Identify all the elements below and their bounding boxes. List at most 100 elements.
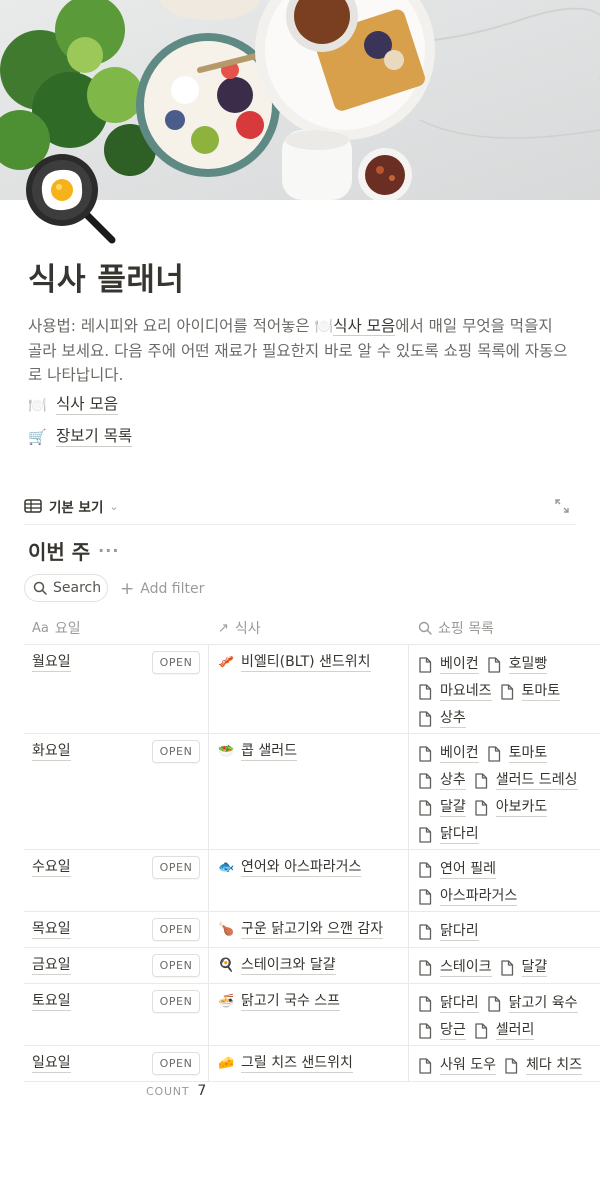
link-meal-collection[interactable]: 🍽️ 식사 모음: [28, 394, 118, 415]
shopping-item-label: 연어 필레: [440, 860, 496, 879]
shopping-item[interactable]: 토마토: [487, 740, 548, 767]
shopping-item[interactable]: 연어 필레: [418, 856, 496, 883]
day-cell[interactable]: 화요일: [32, 743, 71, 761]
column-label: 식사: [234, 621, 261, 637]
page-doc-icon: [475, 772, 487, 789]
database-title[interactable]: 이번 주 ···: [28, 536, 119, 565]
shopping-item[interactable]: 체다 치즈: [504, 1052, 582, 1079]
shopping-item[interactable]: 마요네즈: [418, 678, 492, 705]
shopping-item[interactable]: 셀러리: [474, 1017, 535, 1044]
shopping-item-label: 베이컨: [440, 744, 479, 763]
search-button[interactable]: Search: [24, 574, 108, 602]
table-body: 월요일 OPEN 🥓 비엘티(BLT) 샌드위치 베이컨 호밀빵 마요네즈 토마토 상추 화요일 O…: [24, 645, 600, 1082]
row-count: COUNT 7: [146, 1083, 206, 1099]
page-doc-icon: [487, 656, 500, 673]
page-doc-icon: [419, 710, 432, 727]
meal-cell[interactable]: 🍗 구운 닭고기와 으깬 감자: [218, 920, 384, 939]
page-doc-icon: [487, 995, 500, 1012]
shopping-item[interactable]: 닭고기 육수: [487, 990, 578, 1017]
day-cell[interactable]: 월요일: [32, 654, 71, 672]
open-button[interactable]: OPEN: [152, 990, 200, 1013]
expand-icon[interactable]: [554, 498, 570, 514]
meal-cell[interactable]: 🍳 스테이크와 달걀: [218, 956, 336, 975]
link-shopping-list[interactable]: 🛒 장보기 목록: [28, 426, 133, 447]
table-row[interactable]: 금요일 OPEN 🍳 스테이크와 달걀 스테이크 달걀: [24, 948, 600, 984]
text-property-icon: Aa: [32, 620, 49, 636]
shopping-item-label: 베이컨: [440, 655, 479, 674]
add-filter-button[interactable]: + Add filter: [120, 579, 204, 599]
shopping-item[interactable]: 닭다리: [418, 918, 479, 945]
shopping-item[interactable]: 사워 도우: [418, 1052, 496, 1079]
link-label[interactable]: 장보기 목록: [56, 426, 133, 447]
meal-link[interactable]: 그릴 치즈 샌드위치: [241, 1054, 353, 1073]
meal-cell[interactable]: 🥓 비엘티(BLT) 샌드위치: [218, 653, 371, 672]
meal-link[interactable]: 구운 닭고기와 으깬 감자: [241, 920, 384, 939]
table-row[interactable]: 월요일 OPEN 🥓 비엘티(BLT) 샌드위치 베이컨 호밀빵 마요네즈 토마토상추: [24, 645, 600, 734]
open-button[interactable]: OPEN: [152, 740, 200, 763]
shopping-item[interactable]: 상추: [418, 767, 466, 794]
link-label[interactable]: 식사 모음: [56, 394, 118, 415]
shopping-item[interactable]: 아스파라거스: [418, 883, 518, 910]
meal-cell[interactable]: 🐟 연어와 아스파라거스: [218, 858, 362, 877]
plate-cutlery-icon: 🍽️: [314, 317, 334, 335]
table-row[interactable]: 수요일 OPEN 🐟 연어와 아스파라거스 연어 필레아스파라거스: [24, 850, 600, 912]
shopping-item[interactable]: 스테이크: [418, 954, 492, 981]
frying-pan-egg-icon[interactable]: [24, 152, 120, 248]
column-header-meal[interactable]: ↗ 식사: [218, 618, 261, 638]
shopping-list-cell: 닭다리 닭고기 육수당근 셀러리: [418, 990, 598, 1044]
meal-link[interactable]: 연어와 아스파라거스: [241, 858, 362, 877]
day-cell[interactable]: 목요일: [32, 921, 71, 939]
shopping-item[interactable]: 당근: [418, 1017, 466, 1044]
shopping-item-label: 달걀: [440, 798, 466, 817]
shopping-item[interactable]: 토마토: [500, 678, 561, 705]
page-doc-icon: [487, 745, 500, 762]
count-label: COUNT: [146, 1085, 190, 1098]
shopping-item[interactable]: 닭다리: [418, 990, 479, 1017]
meal-link[interactable]: 비엘티(BLT) 샌드위치: [241, 653, 371, 672]
day-cell[interactable]: 금요일: [32, 957, 71, 975]
meal-cell[interactable]: 🥗 콥 샐러드: [218, 742, 297, 761]
column-divider: [208, 912, 209, 947]
shopping-item[interactable]: 호밀빵: [487, 651, 548, 678]
meal-link[interactable]: 스테이크와 달걀: [241, 956, 336, 975]
table-row[interactable]: 일요일 OPEN 🧀 그릴 치즈 샌드위치 사워 도우 체다 치즈: [24, 1046, 600, 1082]
column-header-shopping[interactable]: 쇼핑 목록: [418, 618, 494, 638]
shopping-item-label: 스테이크: [440, 958, 492, 977]
open-button[interactable]: OPEN: [152, 856, 200, 879]
meal-cell[interactable]: 🍜 닭고기 국수 스프: [218, 992, 341, 1011]
open-button[interactable]: OPEN: [152, 651, 200, 674]
more-options-icon[interactable]: ···: [98, 541, 119, 560]
column-divider: [408, 734, 409, 849]
shopping-item[interactable]: 베이컨: [418, 740, 479, 767]
database-title-text: 이번 주: [28, 540, 91, 564]
day-cell[interactable]: 토요일: [32, 993, 71, 1011]
page-doc-icon: [500, 683, 513, 700]
table-row[interactable]: 토요일 OPEN 🍜 닭고기 국수 스프 닭다리 닭고기 육수당근 셀러리: [24, 984, 600, 1046]
open-button[interactable]: OPEN: [152, 1052, 200, 1075]
plus-icon: +: [120, 579, 135, 599]
table-row[interactable]: 화요일 OPEN 🥗 콥 샐러드 베이컨 토마토상추 샐러드 드레싱달걀 아보카도 닭다리: [24, 734, 600, 850]
meal-link[interactable]: 닭고기 국수 스프: [241, 992, 341, 1011]
meal-collection-inline-link[interactable]: 식사 모음: [333, 317, 396, 336]
shopping-item[interactable]: 달걀: [418, 794, 466, 821]
shopping-item[interactable]: 상추: [418, 705, 466, 732]
shopping-item[interactable]: 샐러드 드레싱: [474, 767, 578, 794]
table-row[interactable]: 목요일 OPEN 🍗 구운 닭고기와 으깬 감자 닭다리: [24, 912, 600, 948]
shopping-item[interactable]: 달걀: [500, 954, 548, 981]
meal-emoji-icon: 🍳: [218, 958, 235, 973]
column-divider: [208, 645, 209, 733]
meal-cell[interactable]: 🧀 그릴 치즈 샌드위치: [218, 1054, 353, 1073]
shopping-item-label: 달걀: [521, 958, 548, 977]
chevron-down-icon: ⌄: [109, 499, 119, 513]
add-filter-label: Add filter: [140, 581, 205, 597]
open-button[interactable]: OPEN: [152, 918, 200, 941]
shopping-item[interactable]: 닭다리: [418, 821, 479, 848]
day-cell[interactable]: 수요일: [32, 859, 71, 877]
column-header-day[interactable]: Aa 요일: [32, 618, 81, 638]
view-selector[interactable]: 기본 보기 ⌄: [24, 496, 119, 516]
day-cell[interactable]: 일요일: [32, 1055, 71, 1073]
meal-link[interactable]: 콥 샐러드: [241, 742, 297, 761]
shopping-item[interactable]: 베이컨: [418, 651, 479, 678]
shopping-item[interactable]: 아보카도: [474, 794, 548, 821]
open-button[interactable]: OPEN: [152, 954, 200, 977]
